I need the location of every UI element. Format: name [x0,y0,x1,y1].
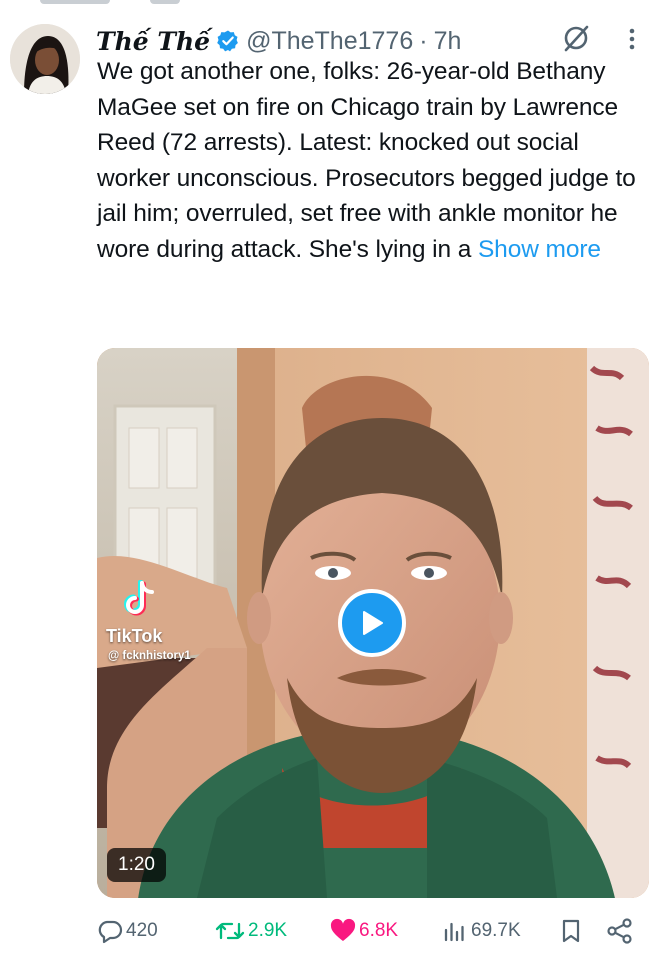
tiktok-watermark-brand: TikTok [106,626,163,646]
repost-icon [215,922,245,940]
reply-icon [98,920,123,944]
author-handle[interactable]: @TheThe1776 [246,27,413,56]
tiktok-logo-icon [123,579,157,620]
show-more-link[interactable]: Show more [478,236,601,263]
header-separator: · [419,26,428,55]
reply-count: 420 [126,920,158,941]
tweet-action-bar: 420 2.9K 6.8K 69.7K [0,908,666,954]
repost-count: 2.9K [248,920,288,941]
like-count: 6.8K [359,920,399,941]
author-display-name[interactable]: Thế Thế [96,27,210,56]
grok-icon[interactable] [560,22,592,54]
views-button[interactable]: 69.7K [442,908,521,954]
share-icon [607,918,632,944]
views-count: 69.7K [471,920,521,941]
reply-button[interactable]: 420 [97,908,158,954]
bookmark-button[interactable] [558,908,584,954]
video-duration-badge: 1:20 [107,848,166,882]
author-avatar[interactable] [10,24,80,94]
video-player[interactable]: TikTok @ fcknhistory1 1:20 [97,348,649,898]
tweet-text: We got another one, folks: 26-year-old B… [97,54,642,267]
share-button[interactable] [606,908,634,954]
tiktok-watermark-user: @ fcknhistory1 [108,650,191,662]
repost-button[interactable]: 2.9K [215,908,287,954]
bookmark-icon [562,919,580,943]
more-icon[interactable] [618,24,646,54]
previous-tweet-edge [0,0,666,12]
play-button[interactable] [338,589,406,657]
verified-badge-icon [216,29,240,53]
play-icon [363,611,383,635]
like-button[interactable]: 6.8K [330,908,398,954]
like-icon [330,918,356,941]
views-icon [444,922,464,942]
tweet-body: We got another one, folks: 26-year-old B… [97,58,636,263]
tweet-timestamp[interactable]: 7h [434,27,462,56]
